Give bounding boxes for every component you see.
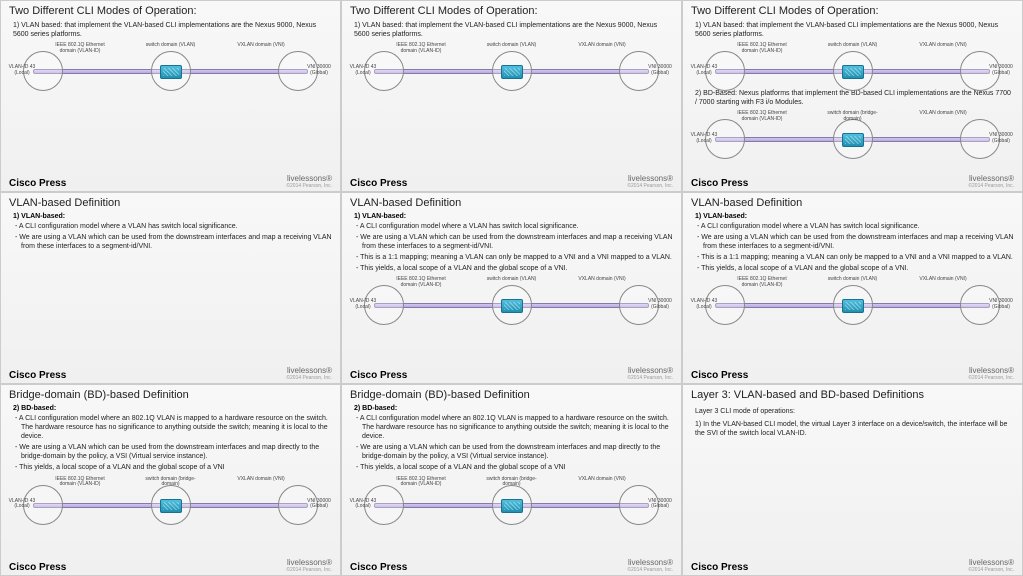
slide-3: Two Different CLI Modes of Operation: 1)… — [682, 0, 1023, 192]
list-item: 1) VLAN based: that implement the VLAN-b… — [354, 21, 673, 39]
slide-title: Bridge-domain (BD)-based Definition — [9, 389, 332, 401]
list-item: We are using a VLAN which can be used fr… — [21, 443, 332, 461]
slide-title: Two Different CLI Modes of Operation: — [9, 5, 332, 17]
slide-title: VLAN-based Definition — [350, 197, 673, 209]
switch-icon — [842, 65, 864, 79]
slide-title: Layer 3: VLAN-based and BD-based Definit… — [691, 389, 1014, 401]
list-item: A CLI configuration model where a VLAN h… — [703, 222, 1014, 231]
cisco-press-label: Cisco Press — [9, 178, 66, 189]
list-item: 1) VLAN based: that implement the VLAN-b… — [13, 21, 332, 39]
list-item: This yields, a local scope of a VLAN and… — [703, 264, 1014, 273]
list-item: This yields, a local scope of a VLAN and… — [362, 264, 673, 273]
slide-title: Bridge-domain (BD)-based Definition — [350, 389, 673, 401]
slide-4: VLAN-based Definition 1) VLAN-based: A C… — [0, 192, 341, 384]
list-item: 1) In the VLAN-based CLI model, the virt… — [695, 420, 1014, 438]
list-item: A CLI configuration model where an 802.1… — [21, 414, 332, 441]
list-item: This is a 1:1 mapping; meaning a VLAN ca… — [703, 253, 1014, 262]
slide-title: Two Different CLI Modes of Operation: — [691, 5, 1014, 17]
list-item: This yields, a local scope of a VLAN and… — [21, 463, 332, 472]
switch-icon — [501, 65, 523, 79]
slide-title: VLAN-based Definition — [9, 197, 332, 209]
diagram-bd: IEEE 802.1Q Ethernet domain (VLAN-ID)swi… — [354, 479, 669, 527]
section-heading: 1) VLAN-based: — [354, 213, 673, 220]
diagram-vlan: IEEE 802.1Q Ethernet domain (VLAN-ID) sw… — [13, 45, 328, 93]
switch-icon — [501, 499, 523, 513]
list-item: A CLI configuration model where a VLAN h… — [362, 222, 673, 231]
section-heading: 1) VLAN-based: — [13, 213, 332, 220]
diagram-vlan: IEEE 802.1Q Ethernet domain (VLAN-ID)swi… — [354, 279, 669, 327]
list-item: We are using a VLAN which can be used fr… — [703, 233, 1014, 251]
slide-7: Bridge-domain (BD)-based Definition 2) B… — [0, 384, 341, 576]
list-item: A CLI configuration model where an 802.1… — [362, 414, 673, 441]
list-item: We are using a VLAN which can be used fr… — [362, 233, 673, 251]
switch-icon — [160, 499, 182, 513]
slide-2: Two Different CLI Modes of Operation: 1)… — [341, 0, 682, 192]
slide-title: Two Different CLI Modes of Operation: — [350, 5, 673, 17]
switch-icon — [501, 299, 523, 313]
section-heading: 2) BD-based: — [13, 405, 332, 412]
livelessons-label: livelessons®©2014 Pearson, Inc. — [286, 174, 332, 189]
slide-6: VLAN-based Definition 1) VLAN-based: A C… — [682, 192, 1023, 384]
switch-icon — [842, 299, 864, 313]
slide-1: Two Different CLI Modes of Operation: 1)… — [0, 0, 341, 192]
list-item: This yields, a local scope of a VLAN and… — [362, 463, 673, 472]
list-item: A CLI configuration model where a VLAN h… — [21, 222, 332, 231]
diagram-vlan: IEEE 802.1Q Ethernet domain (VLAN-ID)swi… — [695, 45, 1010, 87]
diagram-vlan: IEEE 802.1Q Ethernet domain (VLAN-ID) sw… — [354, 45, 669, 93]
list-item: 1) VLAN based: that implement the VLAN-b… — [695, 21, 1014, 39]
section-heading: 2) BD-based: — [354, 405, 673, 412]
section-heading: 1) VLAN-based: — [695, 213, 1014, 220]
diagram-bd: IEEE 802.1Q Ethernet domain (VLAN-ID)swi… — [695, 113, 1010, 155]
section-heading: Layer 3 CLI mode of operations: — [695, 407, 1014, 416]
slide-9: Layer 3: VLAN-based and BD-based Definit… — [682, 384, 1023, 576]
list-item: 2) BD-Based: Nexus platforms that implem… — [695, 89, 1014, 107]
list-item: This is a 1:1 mapping; meaning a VLAN ca… — [362, 253, 673, 262]
slide-title: VLAN-based Definition — [691, 197, 1014, 209]
list-item: We are using a VLAN which can be used fr… — [21, 233, 332, 251]
diagram-bd: IEEE 802.1Q Ethernet domain (VLAN-ID)swi… — [13, 479, 328, 527]
switch-icon — [160, 65, 182, 79]
switch-icon — [842, 133, 864, 147]
slide-8: Bridge-domain (BD)-based Definition 2) B… — [341, 384, 682, 576]
slide-5: VLAN-based Definition 1) VLAN-based: A C… — [341, 192, 682, 384]
list-item: We are using a VLAN which can be used fr… — [362, 443, 673, 461]
diagram-vlan: IEEE 802.1Q Ethernet domain (VLAN-ID)swi… — [695, 279, 1010, 327]
